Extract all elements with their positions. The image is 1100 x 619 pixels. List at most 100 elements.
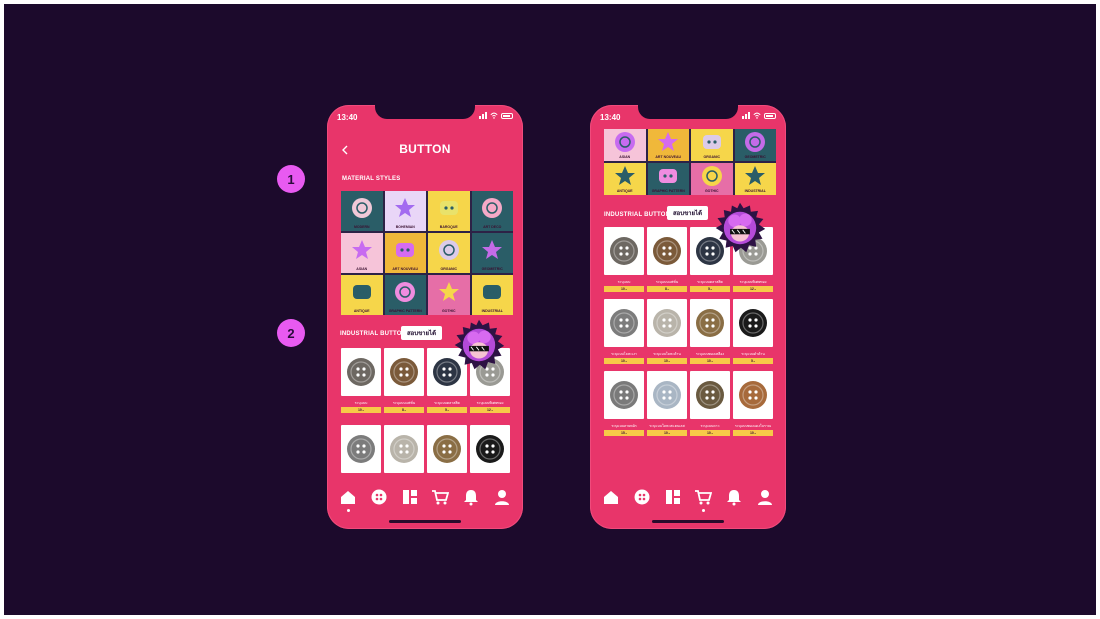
button-product-card[interactable]: ระบุแบบ 10.-: [341, 348, 381, 413]
button-product-card[interactable]: [341, 425, 381, 473]
material-styles-grid: ASIAN ART NOUVEAU ORGANIC GEOMETRIC ANTIQUE G…: [604, 129, 776, 195]
style-tile-geometric[interactable]: GEOMETRIC: [734, 129, 776, 161]
button-product-image: [647, 227, 687, 275]
phone-screen-right: 13:40 ASIAN ART NOUVEAU ORGANIC GEOMETRIC AN…: [590, 105, 786, 529]
style-tile-art-nouveau[interactable]: ART NOUVEAU: [647, 129, 689, 161]
style-pattern-icon: [483, 284, 502, 299]
nav-item-cart[interactable]: [694, 488, 713, 512]
button-product-image: [384, 348, 424, 396]
button-product-card[interactable]: ระบุแบบทองแดงโบราณ 10.-: [733, 371, 773, 436]
button-product-price: 5.-: [427, 407, 467, 413]
industrial-button-heading: INDUSTRIAL BUTTON: [340, 331, 407, 337]
sellable-badge[interactable]: สอบขายได้: [401, 326, 442, 340]
style-pattern-icon: [745, 132, 766, 153]
style-pattern-icon: [351, 197, 372, 218]
nav-item-bell[interactable]: [462, 488, 480, 506]
style-tile-graphic-pattern[interactable]: GRAPHIC PATTERN: [384, 275, 426, 315]
style-tile-label: ASIAN: [619, 155, 631, 159]
phone-screen-left: 13:40 BUTTON MATERIAL STYLES MODERN BOHEM…: [327, 105, 523, 529]
sewing-button-icon: [610, 237, 638, 265]
style-tile-industrial[interactable]: INDUSTRIAL: [734, 163, 776, 195]
nav-item-home[interactable]: [602, 488, 620, 506]
style-tile-geometric[interactable]: GEOMETRIC: [471, 233, 513, 273]
button-product-card[interactable]: ระบุแบบลายหยัก 15.-: [604, 371, 644, 436]
style-tile-art-nouveau[interactable]: ART NOUVEAU: [384, 233, 426, 273]
button-product-name: ระบุแบบแฟชั่น: [655, 280, 679, 284]
nav-item-profile[interactable]: [493, 488, 511, 506]
style-tile-asian[interactable]: ASIAN: [604, 129, 646, 161]
style-pattern-icon: [614, 132, 635, 153]
button-product-card[interactable]: ระบุแบบ 10.-: [604, 227, 644, 292]
button-product-price: 10.-: [690, 430, 730, 436]
style-tile-baroque[interactable]: BAROQUE: [428, 191, 470, 231]
active-indicator: [346, 509, 350, 512]
button-product-card[interactable]: ระบุแบบดำด้าน 5.-: [733, 299, 773, 364]
style-tile-antique[interactable]: ANTIQUE: [341, 275, 383, 315]
nav-item-button[interactable]: [633, 488, 651, 506]
button-product-price: 12.-: [733, 286, 773, 292]
battery-icon: [501, 112, 513, 119]
style-tile-organic[interactable]: ORGANIC: [691, 129, 733, 161]
button-product-card[interactable]: [384, 425, 424, 473]
button-product-card[interactable]: ระบุแบบโลหะสแตนเลส 10.-: [647, 371, 687, 436]
bell-icon: [726, 490, 741, 506]
style-tile-label: GRAPHIC PATTERN: [388, 309, 422, 313]
button-product-image: [384, 425, 424, 473]
status-bar: 13:40: [337, 112, 513, 123]
button-product-price: 10.-: [341, 407, 381, 413]
style-pattern-icon: [352, 284, 371, 299]
bottom-nav: [590, 485, 786, 512]
style-pattern-icon: [438, 239, 459, 260]
button-product-image: [733, 299, 773, 347]
style-tile-gothic[interactable]: GOTHIC: [428, 275, 470, 315]
style-tile-antique[interactable]: ANTIQUE: [604, 163, 646, 195]
button-product-name: ระบุแบบทองแดงโบราณ: [734, 424, 772, 428]
style-tile-art-deco[interactable]: ART DECO: [471, 191, 513, 231]
nav-item-bell[interactable]: [725, 488, 743, 506]
cart-icon: [432, 490, 450, 505]
nav-item-home[interactable]: [339, 488, 357, 512]
style-pattern-icon: [702, 135, 721, 150]
button-product-card[interactable]: [427, 425, 467, 473]
style-tile-label: ORGANIC: [440, 267, 458, 271]
style-tile-label: BAROQUE: [439, 225, 458, 229]
button-product-card[interactable]: ระบุแบบแฟชั่น 8.-: [647, 227, 687, 292]
sewing-button-icon: [739, 309, 767, 337]
button-product-card[interactable]: ระบุแบบแฟชั่น 8.-: [384, 348, 424, 413]
active-indicator: [701, 509, 705, 512]
nav-item-profile[interactable]: [756, 488, 774, 506]
style-tile-industrial[interactable]: INDUSTRIAL: [471, 275, 513, 315]
wifi-icon: [753, 112, 761, 119]
button-product-price: 10.-: [733, 430, 773, 436]
sewing-button-icon: [390, 358, 418, 386]
nav-item-cart[interactable]: [431, 488, 450, 506]
button-product-card[interactable]: ระบุแบบดาว 10.-: [690, 371, 730, 436]
style-pattern-icon: [439, 200, 458, 215]
style-tile-label: ORGANIC: [703, 155, 721, 159]
signal-icon: [742, 112, 750, 119]
style-tile-label: ASIAN: [356, 267, 368, 271]
style-tile-gothic[interactable]: GOTHIC: [691, 163, 733, 195]
style-tile-asian[interactable]: ASIAN: [341, 233, 383, 273]
sellable-badge[interactable]: สอบขายได้: [667, 206, 708, 220]
button-product-card[interactable]: ระบุแบบทองเหลือง 10.-: [690, 299, 730, 364]
nav-item-catalog[interactable]: [401, 488, 419, 506]
button-product-card[interactable]: ระบุแบบโลหะเงา 10.-: [604, 299, 644, 364]
button-product-price: 10.-: [647, 430, 687, 436]
style-tile-graphic-pattern[interactable]: GRAPHIC PATTERN: [647, 163, 689, 195]
home-indicator: [389, 520, 461, 523]
style-tile-organic[interactable]: ORGANIC: [428, 233, 470, 273]
nav-item-catalog[interactable]: [664, 488, 682, 506]
style-tile-modern[interactable]: MODERN: [341, 191, 383, 231]
style-tile-label: ART DECO: [483, 225, 502, 229]
mascot-sticker-icon: [454, 319, 505, 370]
button-product-name: ระบุแบบโลหะสแตนเลส: [649, 424, 685, 428]
profile-icon: [757, 490, 772, 505]
nav-item-button[interactable]: [370, 488, 388, 506]
profile-icon: [494, 490, 509, 505]
style-tile-bohemian[interactable]: BOHEMIAN: [384, 191, 426, 231]
button-product-card[interactable]: [470, 425, 510, 473]
style-tile-label: ART NOUVEAU: [655, 155, 682, 159]
button-product-card[interactable]: ระบุแบบโลหะด้าน 10.-: [647, 299, 687, 364]
style-pattern-icon: [658, 132, 679, 152]
